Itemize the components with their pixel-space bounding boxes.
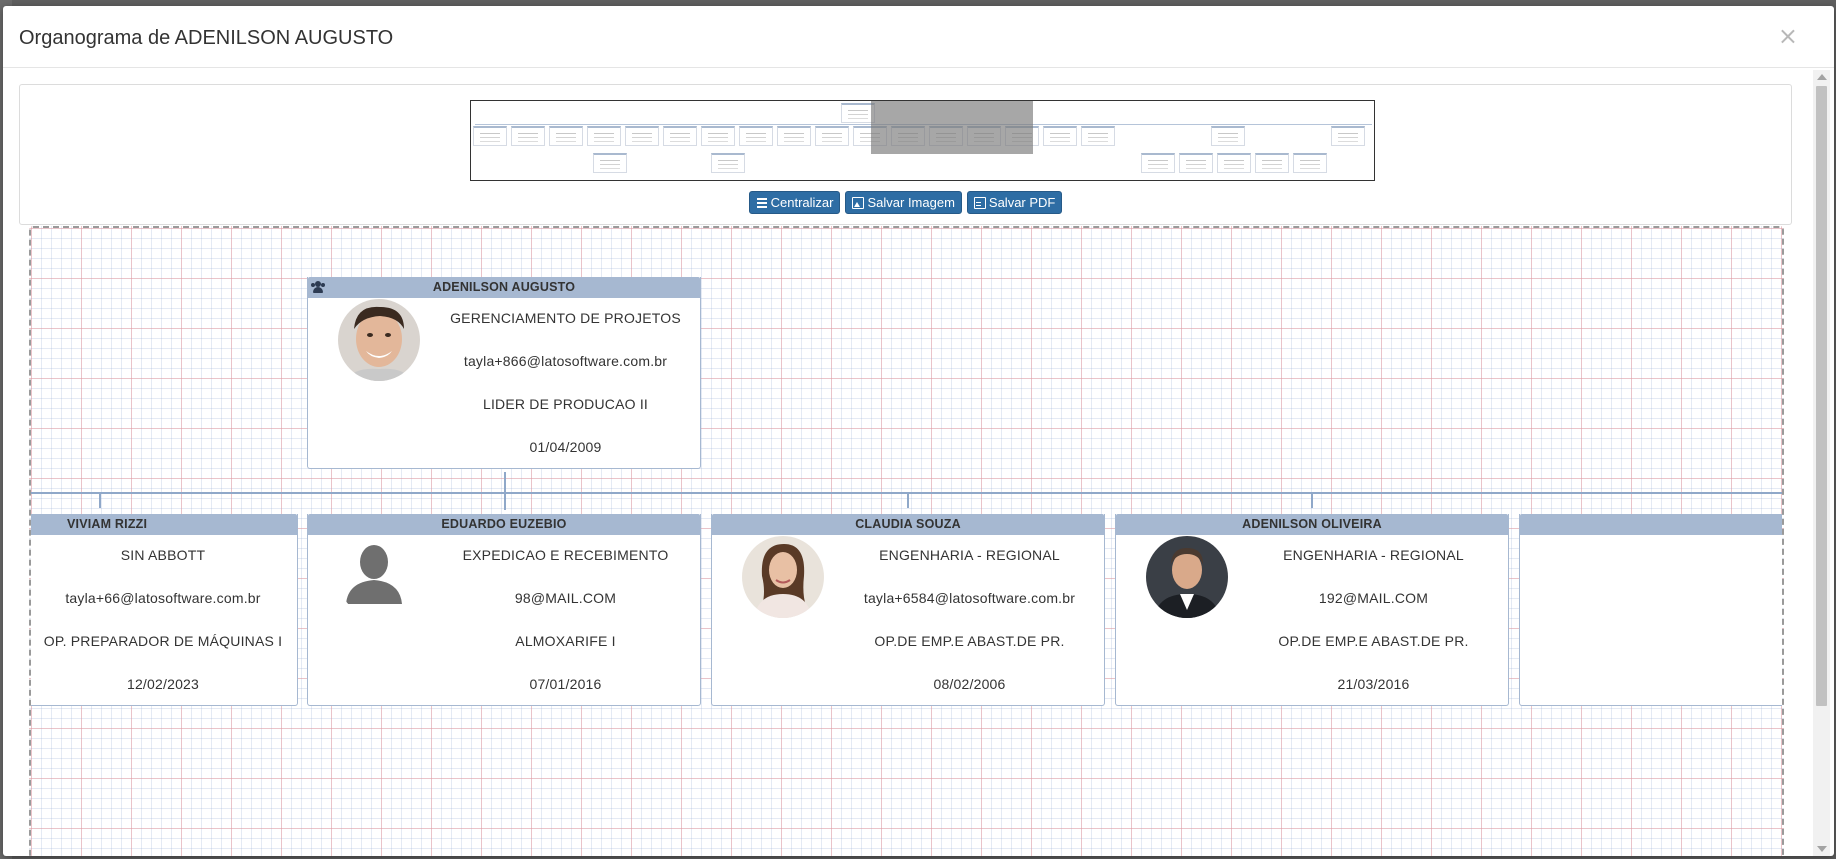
connector-root-down	[504, 472, 506, 510]
employee-name: ADENILSON AUGUSTO	[432, 280, 576, 294]
employee-photo	[1146, 536, 1228, 618]
modal-header: Organograma de ADENILSON AUGUSTO ×	[3, 6, 1834, 68]
save-image-button[interactable]: Salvar Imagem	[845, 191, 962, 214]
card-header: ADENILSON AUGUSTO	[308, 277, 700, 298]
connector-child-3	[907, 492, 909, 508]
minimap-node	[1255, 153, 1289, 173]
employee-card[interactable]: EDUARDO EUZEBIO EXPEDICAO E RECEBIMENTO …	[307, 514, 701, 706]
card-header: VIVIAM RIZZI	[31, 514, 297, 535]
employee-department: SIN ABBOTT	[120, 547, 206, 563]
org-chart-canvas[interactable]: ADENILSON AUGUSTO GERENCIAMENTO DE PROJE…	[29, 226, 1784, 856]
close-icon[interactable]: ×	[1778, 24, 1798, 48]
employee-email: tayla+66@latosoftware.com.br	[65, 590, 261, 606]
card-body: EXPEDICAO E RECEBIMENTO 98@MAIL.COM ALMO…	[308, 535, 700, 705]
image-icon	[852, 196, 865, 209]
minimap-node	[1043, 126, 1077, 146]
modal-title: Organograma de ADENILSON AUGUSTO	[19, 27, 394, 49]
employee-role: OP. PREPARADOR DE MÁQUINAS I	[43, 633, 283, 649]
employee-department: ENGENHARIA - REGIONAL	[879, 547, 1060, 563]
vertical-scrollbar[interactable]	[1813, 70, 1830, 856]
employee-admission-date: 01/04/2009	[529, 439, 602, 455]
employee-card-partial[interactable]	[1519, 514, 1782, 706]
user-silhouette-icon	[338, 536, 420, 618]
scroll-up-icon[interactable]	[1817, 74, 1827, 80]
scrollbar-thumb[interactable]	[1816, 86, 1827, 706]
minimap-node	[777, 126, 811, 146]
employee-role: LIDER DE PRODUCAO II	[482, 396, 649, 412]
minimap-node	[593, 153, 627, 173]
employee-card[interactable]: ADENILSON OLIVEIRA ENGENHARIA - REGIONAL…	[1115, 514, 1509, 706]
minimap-node	[473, 126, 507, 146]
employee-department: GERENCIAMENTO DE PROJETOS	[450, 310, 681, 326]
minimap-node	[511, 126, 545, 146]
employee-admission-date: 08/02/2006	[933, 676, 1006, 692]
employee-name: ADENILSON OLIVEIRA	[1242, 517, 1382, 531]
card-header: ADENILSON OLIVEIRA	[1116, 514, 1508, 535]
minimap-node	[739, 126, 773, 146]
employee-email: tayla+6584@latosoftware.com.br	[863, 590, 1076, 606]
employee-admission-date: 07/01/2016	[529, 676, 602, 692]
minimap-node	[1141, 153, 1175, 173]
chart-minimap[interactable]	[470, 100, 1375, 181]
connector-child-4	[1311, 492, 1313, 508]
minimap-node	[1179, 153, 1213, 173]
minimap-node	[711, 153, 745, 173]
employee-email: 192@MAIL.COM	[1318, 590, 1429, 606]
employee-role: OP.DE EMP.E ABAST.DE PR.	[1278, 633, 1469, 649]
card-header: EDUARDO EUZEBIO	[308, 514, 700, 535]
card-body: SIN ABBOTT tayla+66@latosoftware.com.br …	[31, 535, 297, 705]
employee-email: 98@MAIL.COM	[514, 590, 617, 606]
minimap-node	[1081, 126, 1115, 146]
minimap-node	[663, 126, 697, 146]
employee-photo	[742, 536, 824, 618]
employee-photo	[338, 299, 420, 381]
minimap-node	[815, 126, 849, 146]
save-pdf-button[interactable]: Salvar PDF	[966, 191, 1063, 214]
employee-name: EDUARDO EUZEBIO	[441, 517, 567, 531]
employee-admission-date: 21/03/2016	[1337, 676, 1410, 692]
minimap-node	[1293, 153, 1327, 173]
scroll-down-icon[interactable]	[1817, 846, 1827, 852]
employee-email: tayla+866@latosoftware.com.br	[463, 353, 668, 369]
users-icon	[311, 281, 325, 293]
employee-name: VIVIAM RIZZI	[67, 517, 148, 531]
pdf-file-icon	[973, 196, 986, 209]
save-image-label: Salvar Imagem	[867, 195, 955, 210]
align-center-icon	[756, 197, 768, 209]
employee-department: ENGENHARIA - REGIONAL	[1283, 547, 1464, 563]
save-pdf-label: Salvar PDF	[988, 195, 1056, 210]
employee-name: CLAUDIA SOUZA	[855, 517, 961, 531]
card-header	[1520, 514, 1782, 535]
center-button-label: Centralizar	[770, 195, 834, 210]
card-body: ENGENHARIA - REGIONAL 192@MAIL.COM OP.DE…	[1116, 535, 1508, 705]
connector-child-1	[99, 492, 101, 508]
employee-department: EXPEDICAO E RECEBIMENTO	[462, 547, 669, 563]
center-button[interactable]: Centralizar	[748, 191, 841, 214]
card-header: CLAUDIA SOUZA	[712, 514, 1104, 535]
employee-role: OP.DE EMP.E ABAST.DE PR.	[874, 633, 1065, 649]
minimap-node	[701, 126, 735, 146]
minimap-node	[625, 126, 659, 146]
employee-card[interactable]: CLAUDIA SOUZA ENGENHARIA - REGIONAL tayl…	[711, 514, 1105, 706]
org-chart-modal: Organograma de ADENILSON AUGUSTO × Centr…	[3, 6, 1834, 856]
employee-role: ALMOXARIFE I	[515, 633, 616, 649]
chart-toolbar: Centralizar Salvar Imagem Salvar PDF	[20, 191, 1791, 215]
minimap-viewport[interactable]	[871, 101, 1033, 154]
employee-admission-date: 12/02/2023	[126, 676, 200, 692]
minimap-node	[1217, 153, 1251, 173]
employee-card[interactable]: VIVIAM RIZZI SIN ABBOTT tayla+66@latosof…	[31, 514, 298, 706]
navigator-panel: Centralizar Salvar Imagem Salvar PDF	[19, 84, 1792, 225]
minimap-node	[549, 126, 583, 146]
root-employee-card[interactable]: ADENILSON AUGUSTO GERENCIAMENTO DE PROJE…	[307, 277, 701, 469]
minimap-node	[1331, 126, 1365, 146]
card-body: ENGENHARIA - REGIONAL tayla+6584@latosof…	[712, 535, 1104, 705]
minimap-node	[587, 126, 621, 146]
minimap-node	[1211, 126, 1245, 146]
card-body: GERENCIAMENTO DE PROJETOS tayla+866@lato…	[308, 298, 700, 468]
minimap-node	[841, 103, 875, 123]
